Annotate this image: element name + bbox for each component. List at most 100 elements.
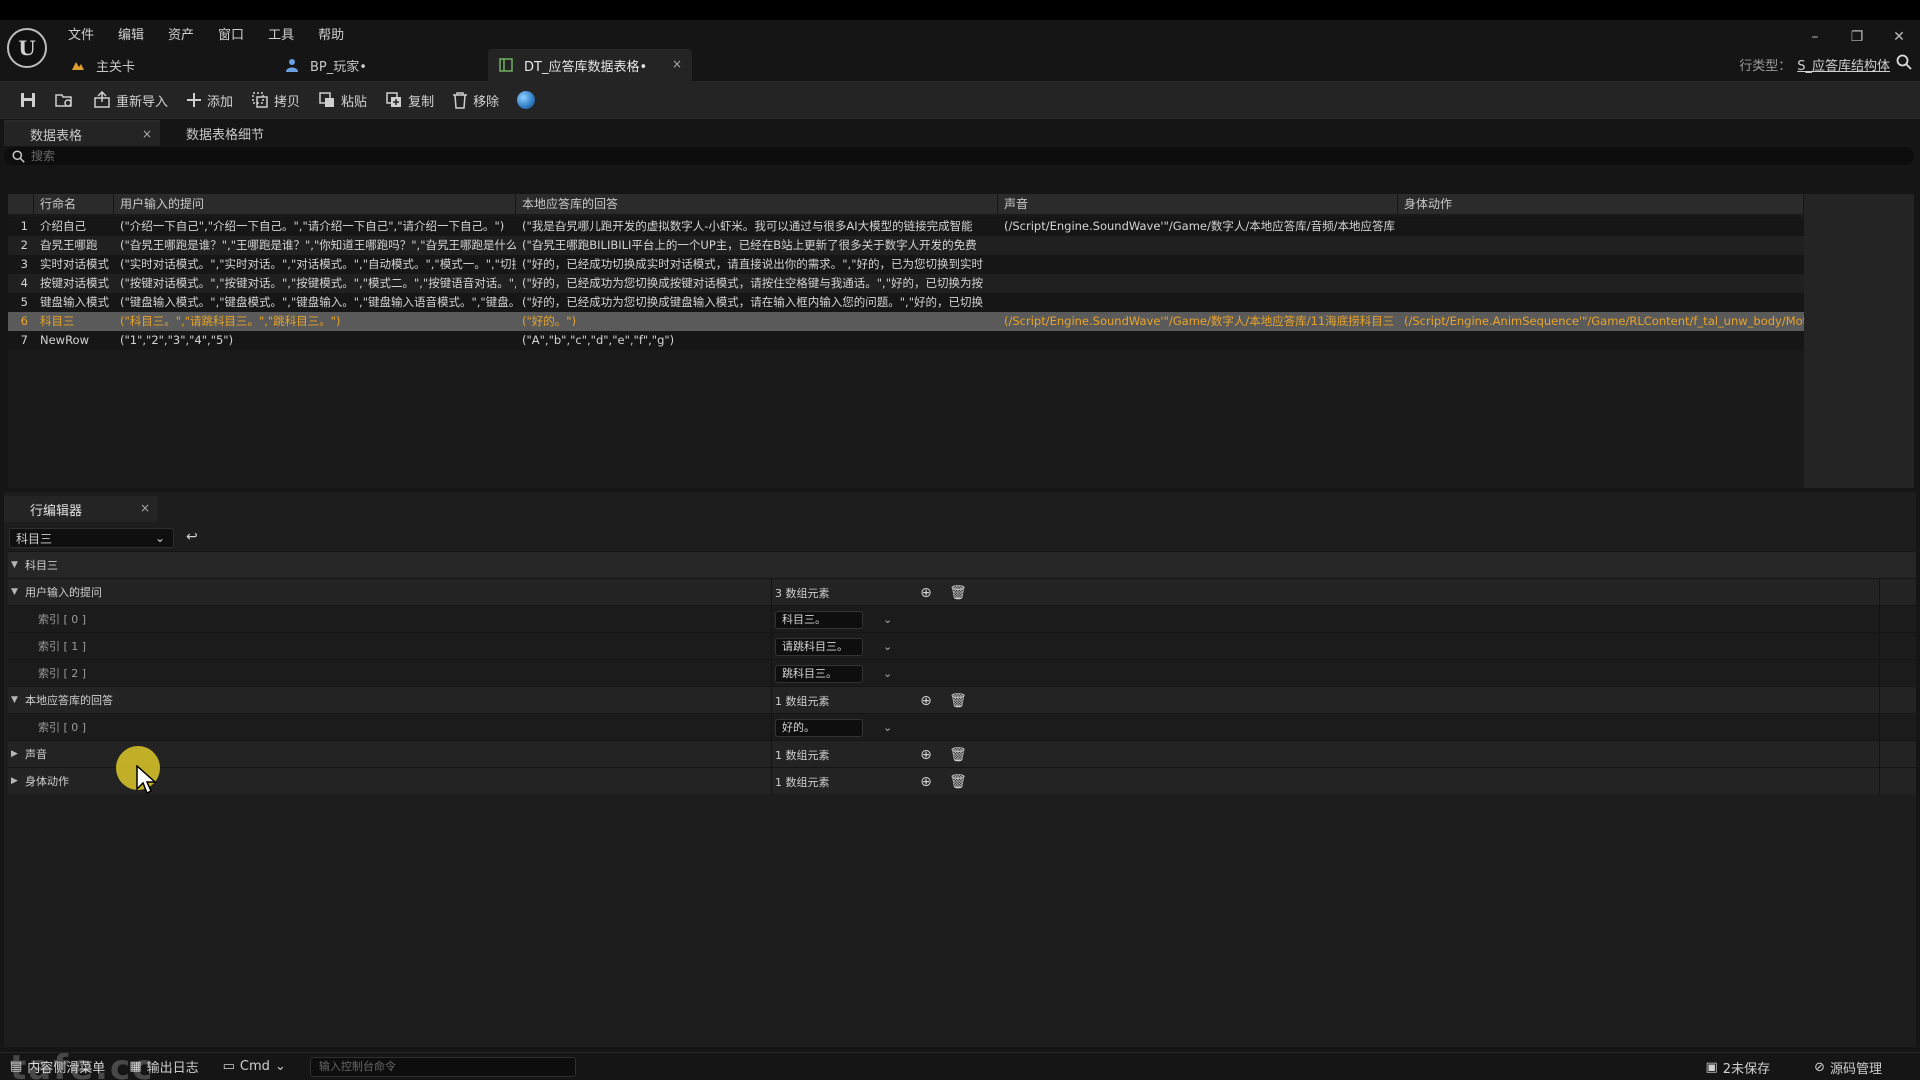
source-control-button[interactable]: ⊘ 源码管理 (1814, 1058, 1882, 1077)
duplicate-button[interactable]: 复制 (376, 85, 443, 115)
column-divider (1879, 606, 1880, 633)
search-icon[interactable] (1896, 54, 1912, 70)
category-header[interactable]: ▼ 科目三 (8, 551, 1916, 578)
menu-file[interactable]: 文件 (56, 24, 106, 48)
text-field[interactable]: 请跳科目三。 (775, 637, 863, 656)
close-icon[interactable]: × (142, 127, 152, 141)
chevron-down-icon[interactable]: ⌄ (883, 640, 892, 653)
property-label: 用户输入的提问 (25, 586, 102, 599)
reset-icon[interactable]: ↩ (186, 529, 198, 545)
property-group-question[interactable]: ▼ 用户输入的提问 3 数组元素 ⊕ 🗑 (8, 578, 1916, 606)
paste-label: 粘贴 (341, 94, 368, 110)
chevron-down-icon[interactable]: ⌄ (883, 667, 892, 680)
globe-button[interactable] (508, 85, 544, 115)
text-field[interactable]: 跳科目三。 (775, 664, 863, 683)
unsaved-label: 2未保存 (1722, 1061, 1771, 1077)
trash-icon (452, 91, 468, 109)
selected-row-value: 科目三 (16, 531, 53, 546)
row-question: ("旮旯王哪跑是谁？","王哪跑是谁？","你知道王哪跑吗？","旮旯王哪跑是什… (120, 238, 516, 252)
paste-button[interactable]: 粘贴 (309, 85, 376, 115)
column-header-motion[interactable]: 身体动作 (1398, 194, 1804, 214)
console-icon: ▭ (222, 1059, 235, 1074)
screen-top-border (0, 0, 1920, 20)
tab-bp-player[interactable]: BP_玩家• (274, 49, 488, 81)
duplicate-icon (385, 91, 403, 109)
property-group-motion[interactable]: ▶ 身体动作 1 数组元素 ⊕ 🗑 (8, 767, 1916, 795)
row-motion (1398, 293, 1804, 312)
add-row-button[interactable]: 添加 (177, 85, 242, 115)
tab-row-editor[interactable]: 行编辑器 × (4, 496, 158, 522)
table-row[interactable]: 5 键盘输入模式 ("键盘输入模式。","键盘模式。","键盘输入。","键盘输… (8, 293, 1804, 312)
tab-label: DT_应答库数据表格• (524, 59, 648, 75)
table-row[interactable]: 1 介绍自己 ("介绍一下自己","介绍一下自己。","请介绍一下自己","请介… (8, 217, 1804, 236)
trash-icon[interactable]: 🗑 (947, 747, 969, 763)
expand-arrow-icon: ▼ (11, 587, 18, 597)
column-header-row-name[interactable]: 行命名 (34, 194, 114, 214)
row-motion (1398, 255, 1804, 274)
search-input[interactable] (31, 149, 631, 163)
browse-folder-icon (55, 91, 75, 109)
chevron-down-icon[interactable]: ⌄ (883, 721, 892, 734)
property-label: 身体动作 (25, 775, 69, 788)
tab-label: 行编辑器 (30, 503, 83, 519)
menu-tools[interactable]: 工具 (256, 24, 306, 48)
menu-asset[interactable]: 资产 (156, 24, 206, 48)
console-command-input[interactable]: 输入控制台命令 (309, 1056, 576, 1077)
text-field[interactable]: 好的。 (775, 718, 863, 737)
row-answer: ("我是旮旯哪儿跑开发的虚拟数字人-小虾米。我可以通过与很多AI大模型的链接完成… (522, 219, 973, 233)
copy-button[interactable]: 拷贝 (242, 85, 309, 115)
trash-icon[interactable]: 🗑 (947, 585, 969, 601)
remove-label: 移除 (473, 94, 500, 110)
close-window-icon[interactable]: ✕ (1878, 24, 1920, 50)
trash-icon[interactable]: 🗑 (947, 693, 969, 709)
table-row[interactable]: 3 实时对话模式 ("实时对话模式。","实时对话。","对话模式。","自动模… (8, 255, 1804, 274)
tab-datatable-details[interactable]: 数据表格细节 (160, 120, 290, 146)
datatable-icon (498, 58, 514, 72)
row-name: 旮旯王哪跑 (40, 238, 98, 252)
tab-label: BP_玩家• (310, 59, 367, 75)
add-element-icon[interactable]: ⊕ (915, 693, 937, 709)
text-field[interactable]: 科目三。 (775, 610, 863, 629)
add-element-icon[interactable]: ⊕ (915, 774, 937, 790)
unreal-logo-icon[interactable]: U (7, 28, 47, 68)
property-group-answer[interactable]: ▼ 本地应答库的回答 1 数组元素 ⊕ 🗑 (8, 686, 1916, 714)
tab-main-level[interactable]: 主关卡 (60, 49, 274, 81)
table-row-selected[interactable]: 6 科目三 ("科目三。","请跳科目三。","跳科目三。") ("好的。") … (8, 312, 1804, 331)
tab-dt-datatable[interactable]: DT_应答库数据表格• × (488, 49, 692, 81)
cmd-selector[interactable]: ▭ Cmd ⌄ (223, 1059, 286, 1074)
array-element: 索引 [ 1 ] 请跳科目三。 ⌄ (8, 632, 1916, 660)
add-element-icon[interactable]: ⊕ (915, 585, 937, 601)
save-button[interactable] (10, 85, 46, 115)
property-group-sound[interactable]: ▶ 声音 1 数组元素 ⊕ 🗑 (8, 740, 1916, 768)
row-type-link[interactable]: S_应答库结构体 (1797, 55, 1890, 74)
trash-icon[interactable]: 🗑 (947, 774, 969, 790)
unsaved-button[interactable]: ▣ 2未保存 (1706, 1058, 1771, 1077)
close-icon[interactable]: × (140, 501, 150, 515)
minimize-icon[interactable]: – (1794, 24, 1836, 50)
reimport-button[interactable]: 重新导入 (84, 85, 177, 115)
add-element-icon[interactable]: ⊕ (915, 747, 937, 763)
table-row[interactable]: 4 按键对话模式 ("按键对话模式。","按键对话。","按键模式。","模式二… (8, 274, 1804, 293)
column-header-answer[interactable]: 本地应答库的回答 (516, 194, 998, 214)
column-header-question[interactable]: 用户输入的提问 (114, 194, 516, 214)
close-tab-icon[interactable]: × (672, 57, 682, 71)
restore-icon[interactable]: ❐ (1836, 24, 1878, 50)
row-sound (998, 293, 1398, 312)
column-divider (1879, 714, 1880, 741)
menu-window[interactable]: 窗口 (206, 24, 256, 48)
remove-button[interactable]: 移除 (443, 85, 508, 115)
table-row[interactable]: 7 NewRow ("1","2","3","4","5") ("A","b",… (8, 331, 1804, 350)
table-row[interactable]: 2 旮旯王哪跑 ("旮旯王哪跑是谁？","王哪跑是谁？","你知道王哪跑吗？",… (8, 236, 1804, 255)
row-sound: (/Script/Engine.SoundWave'"/Game/数字人/本地应… (1004, 314, 1395, 328)
menu-edit[interactable]: 编辑 (106, 24, 156, 48)
row-question: ("介绍一下自己","介绍一下自己。","请介绍一下自己","请介绍一下自己。"… (120, 219, 505, 233)
tab-datatable[interactable]: 数据表格 × (4, 120, 160, 146)
chevron-down-icon[interactable]: ⌄ (883, 613, 892, 626)
tab-label: 主关卡 (96, 59, 136, 75)
row-select-dropdown[interactable]: 科目三 ⌄ (9, 528, 174, 548)
expand-arrow-icon: ▶ (11, 749, 18, 759)
browse-button[interactable] (46, 85, 84, 115)
column-header-sound[interactable]: 声音 (998, 194, 1398, 214)
menu-help[interactable]: 帮助 (306, 24, 356, 48)
column-divider (1879, 633, 1880, 660)
